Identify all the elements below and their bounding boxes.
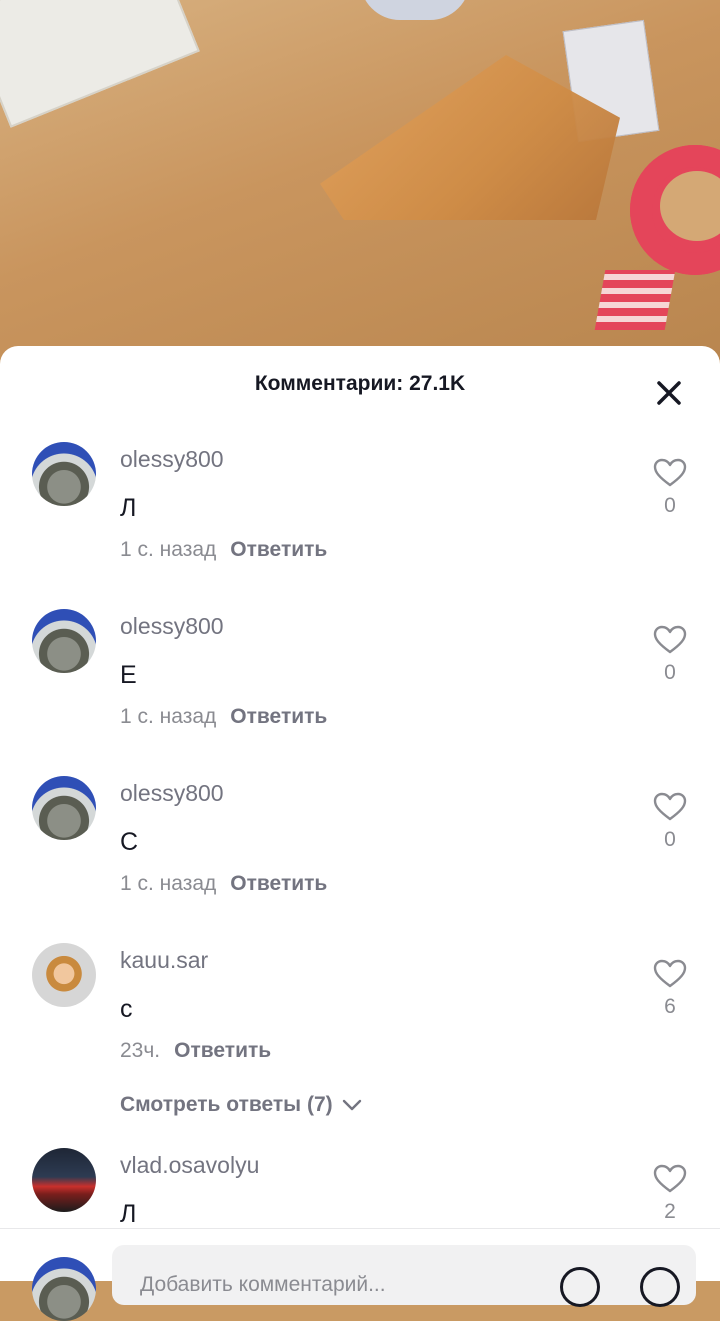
comments-sheet: Комментарии: 27.1K olessy800 Л 1 с. наза… — [0, 346, 720, 1280]
like-count: 0 — [664, 494, 676, 517]
comment-meta: 1 с. назад Ответить — [120, 705, 327, 729]
view-replies-label: Смотреть ответы (7) — [120, 1093, 333, 1116]
comment-text: Л — [120, 494, 137, 522]
comment-time: 1 с. назад — [120, 705, 217, 728]
like-control: 0 — [652, 792, 688, 852]
at-icon[interactable] — [560, 1267, 600, 1307]
reply-button[interactable]: Ответить — [230, 872, 327, 895]
heart-icon[interactable] — [653, 1164, 687, 1194]
heart-icon[interactable] — [653, 959, 687, 989]
reply-button[interactable]: Ответить — [230, 705, 327, 728]
avatar[interactable] — [32, 609, 96, 673]
comment-time: 1 с. назад — [120, 538, 217, 561]
comment-text: с — [120, 995, 133, 1023]
video-paper-shape — [0, 0, 200, 128]
video-cup-shape — [360, 0, 470, 20]
like-count: 0 — [664, 661, 676, 684]
emoji-icon[interactable] — [640, 1267, 680, 1307]
view-replies-button[interactable]: Смотреть ответы (7) — [120, 1093, 362, 1117]
avatar[interactable] — [32, 776, 96, 840]
video-background — [0, 0, 720, 360]
comment-text: Е — [120, 661, 137, 689]
heart-icon[interactable] — [653, 625, 687, 655]
like-control: 6 — [652, 959, 688, 1019]
avatar[interactable] — [32, 1148, 96, 1212]
like-control: 0 — [652, 625, 688, 685]
comment-meta: 1 с. назад Ответить — [120, 872, 327, 896]
comment-text: Л — [120, 1200, 137, 1228]
comment-username[interactable]: olessy800 — [120, 446, 224, 473]
like-count: 6 — [664, 995, 676, 1018]
reply-button[interactable]: Ответить — [174, 1039, 271, 1062]
comment-username[interactable]: kauu.sar — [120, 947, 208, 974]
comment-input-bar: Добавить комментарий... — [0, 1228, 720, 1321]
comment-input[interactable]: Добавить комментарий... — [112, 1245, 696, 1307]
like-control: 0 — [652, 458, 688, 518]
my-avatar — [32, 1257, 96, 1321]
like-control: 2 — [652, 1164, 688, 1224]
close-icon — [657, 381, 681, 405]
comments-header: Комментарии: 27.1K — [0, 346, 720, 426]
comment-time: 1 с. назад — [120, 872, 217, 895]
video-striped-object — [594, 270, 676, 330]
heart-icon[interactable] — [653, 458, 687, 488]
close-button[interactable] — [654, 378, 684, 408]
comment-time: 23ч. — [120, 1039, 161, 1062]
avatar[interactable] — [32, 943, 96, 1007]
comment-username[interactable]: vlad.osavolyu — [120, 1152, 259, 1179]
heart-icon[interactable] — [653, 792, 687, 822]
avatar[interactable] — [32, 442, 96, 506]
comment-input-placeholder: Добавить комментарий... — [140, 1273, 386, 1296]
comment-meta: 23ч. Ответить — [120, 1039, 271, 1063]
like-count: 2 — [664, 1200, 676, 1223]
reply-button[interactable]: Ответить — [230, 538, 327, 561]
comment-username[interactable]: olessy800 — [120, 613, 224, 640]
comment-username[interactable]: olessy800 — [120, 780, 224, 807]
like-count: 0 — [664, 828, 676, 851]
comments-title: Комментарии: 27.1K — [254, 372, 466, 395]
video-tape-roll-shape — [630, 145, 720, 275]
comment-meta: 1 с. назад Ответить — [120, 538, 327, 562]
chevron-down-icon — [343, 1100, 362, 1111]
comment-text: С — [120, 828, 139, 856]
